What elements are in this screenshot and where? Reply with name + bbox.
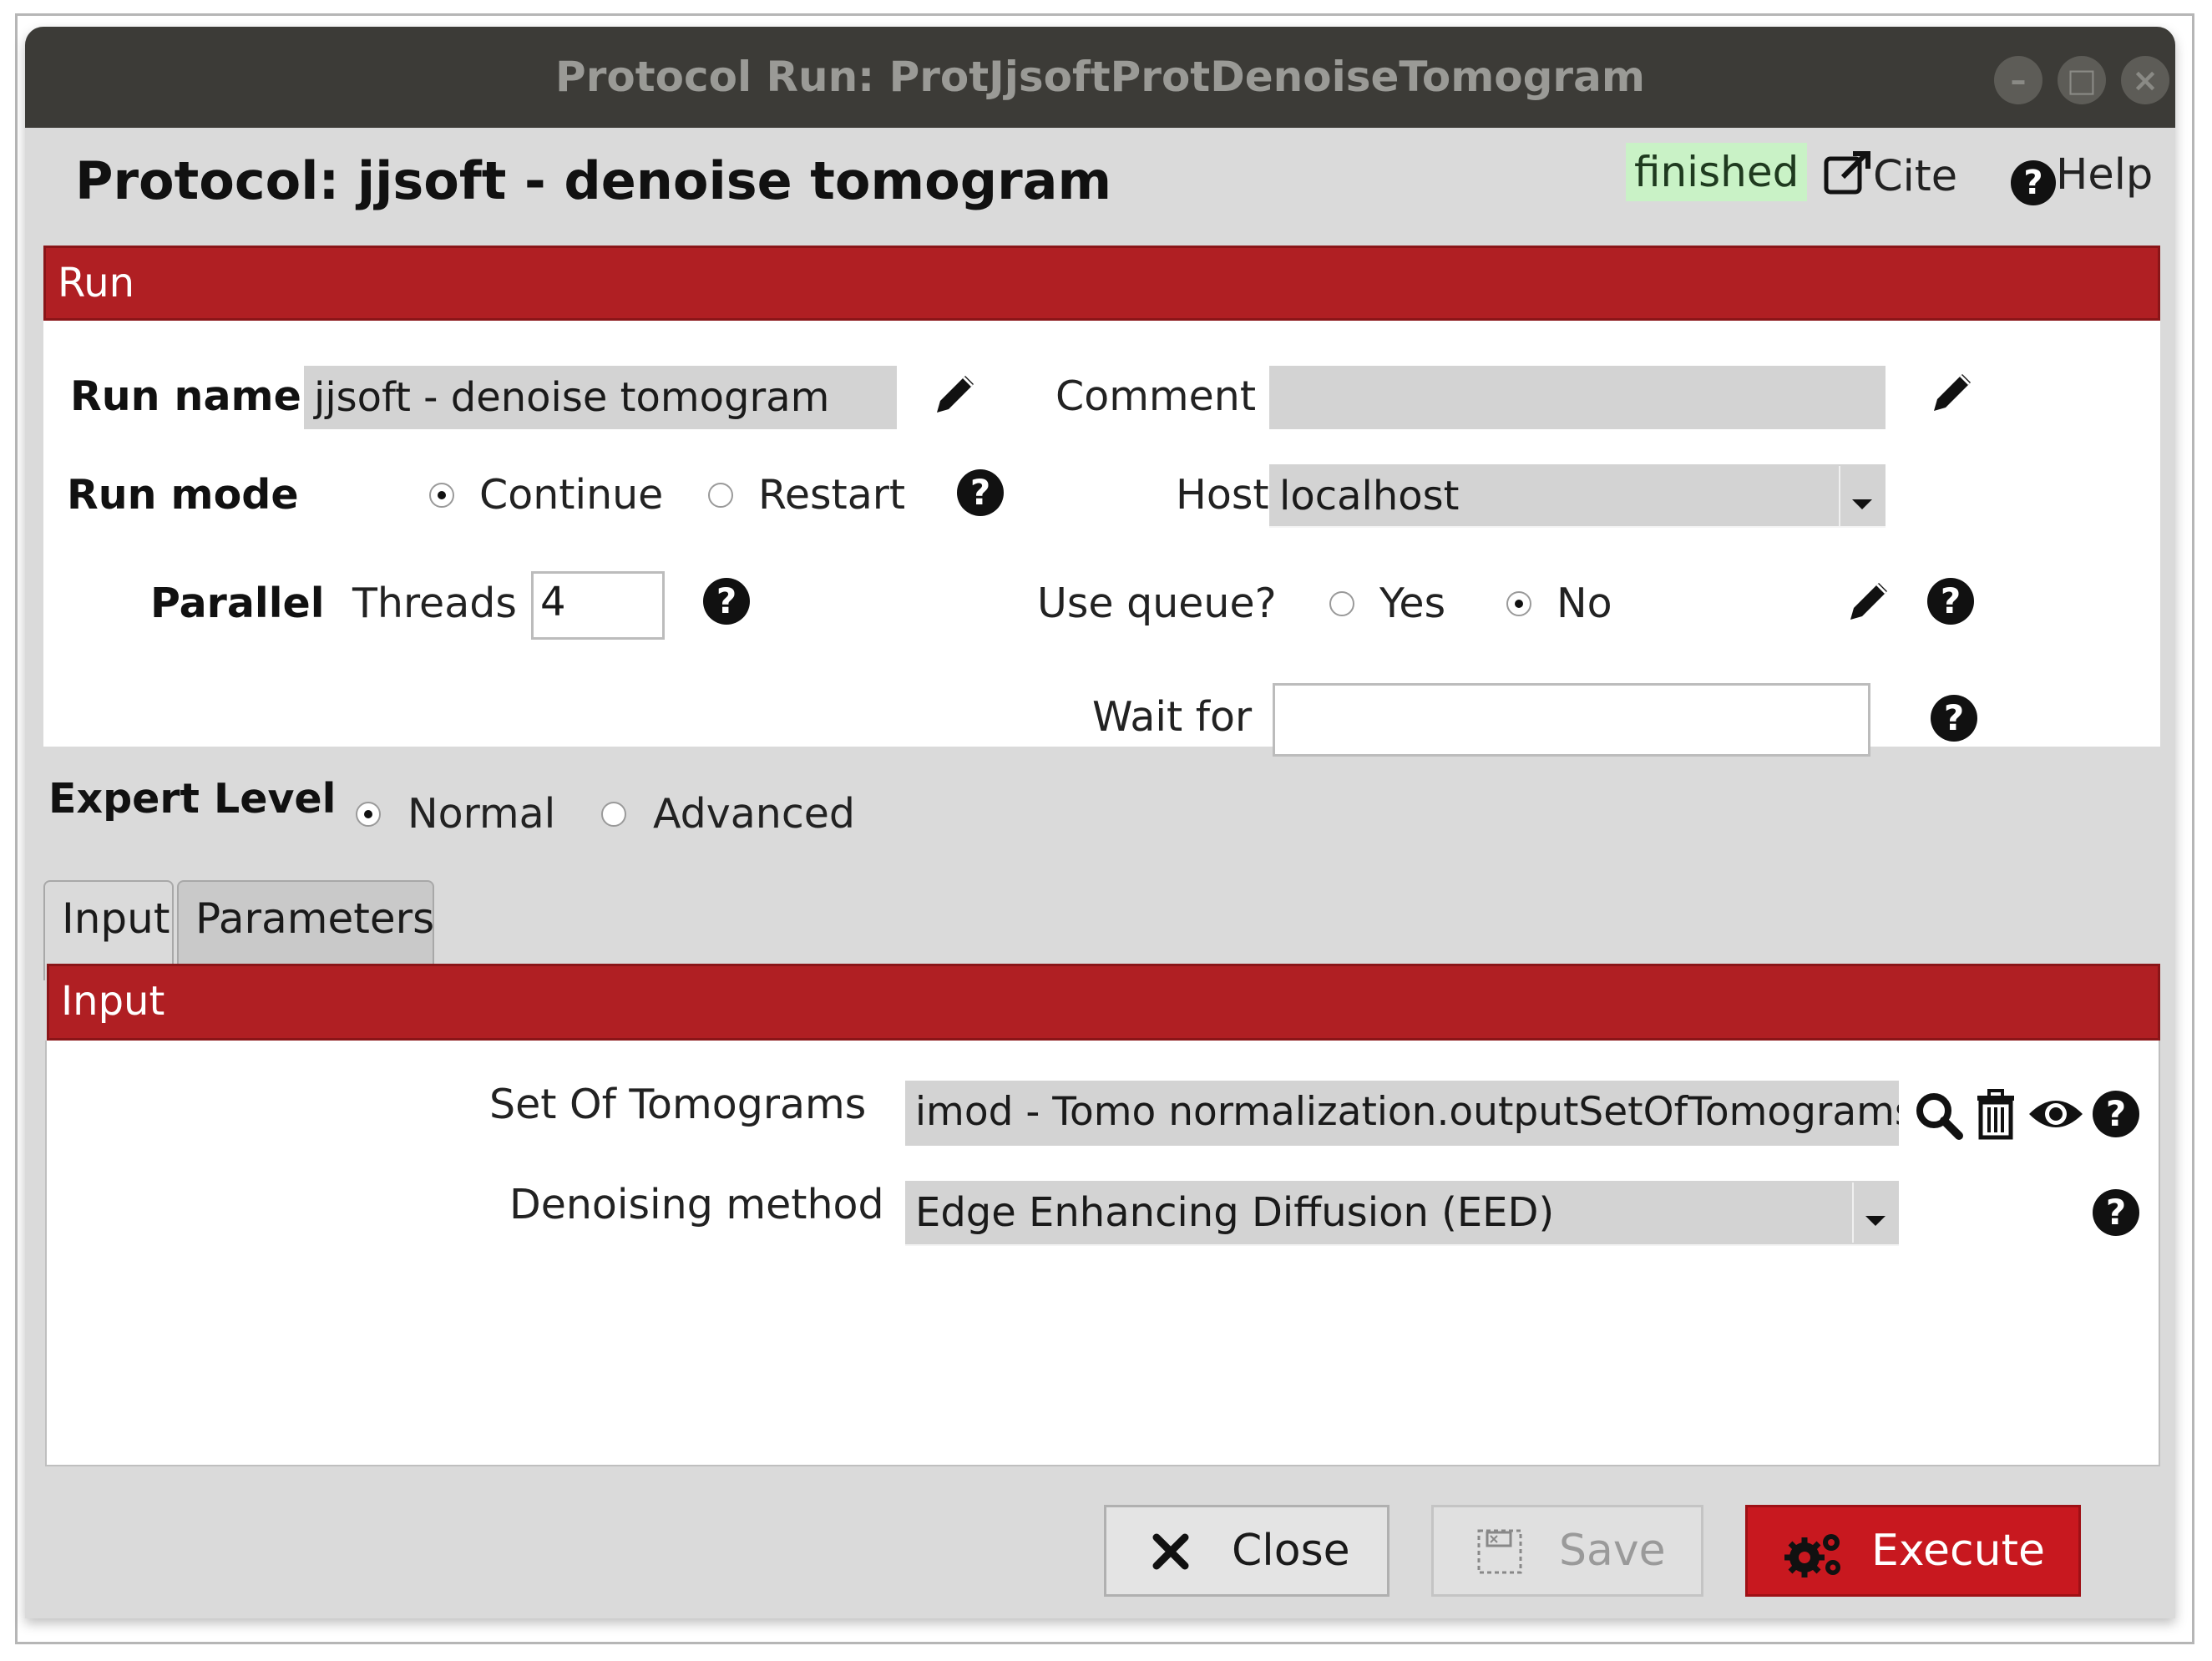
expert-level-normal-radio[interactable]: [356, 802, 381, 827]
eye-icon[interactable]: [2027, 1092, 2084, 1136]
run-mode-continue-radio[interactable]: [429, 483, 454, 508]
threads-input[interactable]: 4: [531, 571, 665, 640]
host-value: localhost: [1279, 473, 1460, 519]
wait-for-input[interactable]: [1273, 683, 1870, 757]
run-name-field[interactable]: jjsoft - denoise tomogram: [304, 366, 897, 429]
gears-icon: [1784, 1534, 1840, 1577]
close-button[interactable]: Close: [1104, 1505, 1389, 1597]
wait-for-help-icon[interactable]: ?: [1931, 695, 1977, 742]
wait-for-label: Wait for: [1092, 693, 1253, 741]
close-window-button[interactable]: ×: [2121, 56, 2169, 104]
run-section-header: Run: [43, 246, 2160, 321]
use-queue-help-icon[interactable]: ?: [1927, 578, 1974, 625]
threads-help-icon[interactable]: ?: [703, 578, 750, 625]
run-panel: Run name jjsoft - denoise tomogram Comme…: [43, 321, 2160, 757]
cite-button[interactable]: Cite: [1823, 150, 1957, 201]
minimize-button[interactable]: –: [1994, 56, 2042, 104]
input-section-header: Input: [47, 964, 2160, 1041]
host-dropdown-arrow[interactable]: [1839, 466, 1884, 526]
close-icon: [1152, 1533, 1189, 1570]
denoising-method-label: Denoising method: [509, 1181, 884, 1228]
pencil-icon[interactable]: [930, 369, 980, 419]
parallel-label: Parallel: [150, 580, 325, 627]
page-title: Protocol: jjsoft - denoise tomogram: [75, 150, 1112, 211]
host-label: Host: [1176, 471, 1269, 519]
input-panel: Set Of Tomograms imod - Tomo normalizati…: [45, 1041, 2160, 1466]
maximize-button[interactable]: □: [2058, 56, 2106, 104]
comment-label: Comment: [1055, 372, 1257, 420]
title-bar[interactable]: Protocol Run: ProtJjsoftProtDenoiseTomog…: [25, 27, 2175, 128]
status-badge: finished: [1626, 143, 1808, 201]
run-mode-restart-label: Restart: [758, 471, 906, 519]
cite-label: Cite: [1873, 152, 1958, 201]
execute-button[interactable]: Execute: [1745, 1505, 2081, 1597]
protocol-run-window: Protocol Run: ProtJjsoftProtDenoiseTomog…: [25, 27, 2175, 1618]
comment-pencil-icon[interactable]: [1927, 367, 1977, 418]
comment-field[interactable]: [1269, 366, 1886, 429]
run-mode-continue-label: Continue: [479, 471, 664, 519]
use-queue-no-radio[interactable]: [1506, 591, 1531, 616]
run-mode-label: Run mode: [67, 471, 299, 519]
set-of-tomograms-label: Set Of Tomograms: [489, 1081, 867, 1128]
search-icon[interactable]: [1912, 1089, 1966, 1142]
execute-button-label: Execute: [1871, 1526, 2045, 1576]
help-label: Help: [2056, 150, 2154, 200]
run-name-label: Run name: [70, 372, 301, 420]
denoising-dropdown-arrow[interactable]: [1852, 1182, 1897, 1243]
close-button-label: Close: [1232, 1526, 1350, 1576]
help-icon: ?: [2011, 160, 2056, 205]
use-queue-yes-label: Yes: [1379, 580, 1446, 627]
save-button[interactable]: Save: [1431, 1505, 1703, 1597]
trash-icon[interactable]: [1972, 1087, 2019, 1141]
host-select[interactable]: localhost: [1269, 464, 1886, 528]
expert-level-advanced-radio[interactable]: [601, 802, 626, 827]
denoising-method-value: Edge Enhancing Diffusion (EED): [915, 1189, 1555, 1236]
run-mode-restart-radio[interactable]: [708, 483, 733, 508]
queue-pencil-icon[interactable]: [1844, 576, 1894, 626]
threads-label: Threads: [352, 580, 517, 627]
denoising-method-select[interactable]: Edge Enhancing Diffusion (EED): [905, 1181, 1899, 1246]
set-of-tomograms-help-icon[interactable]: ?: [2093, 1091, 2139, 1137]
use-queue-no-label: No: [1556, 580, 1612, 627]
denoising-method-help-icon[interactable]: ?: [2093, 1189, 2139, 1236]
set-of-tomograms-field[interactable]: imod - Tomo normalization.outputSetOfTom…: [905, 1081, 1899, 1146]
save-icon: [1477, 1529, 1522, 1574]
run-mode-help-icon[interactable]: ?: [957, 469, 1004, 516]
window-title: Protocol Run: ProtJjsoftProtDenoiseTomog…: [555, 53, 1645, 101]
external-link-icon: [1824, 151, 1870, 195]
tab-parameters[interactable]: Parameters: [177, 880, 434, 974]
expert-level-label: Expert Level: [48, 775, 337, 823]
expert-level-advanced-label: Advanced: [653, 790, 856, 838]
expert-level-normal-label: Normal: [407, 790, 556, 838]
help-button[interactable]: ? Help: [2011, 150, 2153, 205]
use-queue-label: Use queue?: [1037, 580, 1277, 627]
use-queue-yes-radio[interactable]: [1329, 591, 1354, 616]
save-button-label: Save: [1559, 1526, 1666, 1576]
